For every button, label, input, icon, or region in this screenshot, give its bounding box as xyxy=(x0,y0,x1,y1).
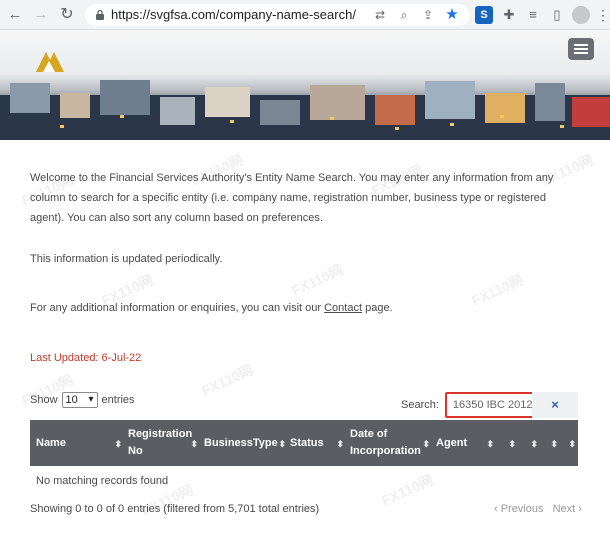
column-header-extra[interactable]: ⬍ xyxy=(520,420,540,466)
column-header-agent[interactable]: Agent ⬍ xyxy=(436,420,496,466)
sort-icon: ⬍ xyxy=(114,439,122,449)
table-header: Name ⬍ Registration No ⬍ BusinessType ⬍ … xyxy=(30,420,578,466)
clear-search-button[interactable]: × xyxy=(532,392,578,418)
sort-icon: ⬍ xyxy=(190,439,198,449)
search-label: Search: xyxy=(401,399,439,411)
watermark: FX110网 xyxy=(289,261,346,299)
kebab-menu-icon[interactable]: ⋮ xyxy=(594,6,610,24)
translate-icon[interactable]: ⇄ xyxy=(371,6,389,24)
avatar[interactable] xyxy=(572,6,590,24)
search-input[interactable]: 16350 IBC 2012 xyxy=(444,392,535,418)
column-header-label: Agent xyxy=(436,436,468,449)
column-header-registration-no[interactable]: Registration No ⬍ xyxy=(128,420,200,466)
sort-icon: ⬍ xyxy=(336,439,344,449)
search-control: Search: 16350 IBC 2012 xyxy=(401,392,535,418)
reading-list-icon[interactable]: ≡ xyxy=(524,6,542,24)
entries-length-control: Show 10 entries xyxy=(30,392,135,408)
column-header-label: Registration No xyxy=(128,428,193,457)
browser-toolbar: ← → ↻ https://svgfsa.com/company-name-se… xyxy=(0,0,610,30)
column-header-label: Status xyxy=(290,436,324,449)
empty-table-row: No matching records found xyxy=(36,475,169,487)
sort-icon: ⬍ xyxy=(508,439,516,449)
previous-button[interactable]: ‹ Previous xyxy=(494,503,544,515)
contact-suffix: page. xyxy=(362,302,393,314)
star-icon[interactable]: ★ xyxy=(443,6,461,24)
column-header-date-of-incorporation[interactable]: Date of Incorporation ⬍ xyxy=(350,420,432,466)
intro-paragraph: Welcome to the Financial Services Author… xyxy=(30,172,554,224)
sort-icon: ⬍ xyxy=(278,439,286,449)
column-header-label: Name xyxy=(36,436,66,449)
reload-button[interactable]: ↻ xyxy=(57,5,77,25)
back-button[interactable]: ← xyxy=(5,5,25,25)
entries-select[interactable]: 10 xyxy=(61,392,98,408)
column-header-label: Date of Incorporation xyxy=(350,428,421,457)
table-info: Showing 0 to 0 of 0 entries (filtered fr… xyxy=(30,503,320,515)
column-header-business-type[interactable]: BusinessType ⬍ xyxy=(204,420,288,466)
column-header-status[interactable]: Status ⬍ xyxy=(290,420,346,466)
sort-icon: ⬍ xyxy=(422,439,430,449)
sort-icon: ⬍ xyxy=(486,439,494,449)
contact-paragraph: For any additional information or enquir… xyxy=(30,302,393,314)
contact-link[interactable]: Contact xyxy=(324,302,362,314)
column-header-name[interactable]: Name ⬍ xyxy=(36,420,124,466)
column-header-label: BusinessType xyxy=(204,436,278,449)
zoom-icon[interactable]: ⌕ xyxy=(395,6,413,24)
next-button[interactable]: Next › xyxy=(553,503,582,515)
column-header-extra[interactable]: ⬍ xyxy=(498,420,518,466)
lock-icon xyxy=(96,9,104,20)
sort-icon: ⬍ xyxy=(530,439,538,449)
address-bar[interactable]: https://svgfsa.com/company-name-search/ … xyxy=(85,4,470,26)
sort-icon: ⬍ xyxy=(550,439,558,449)
hero-banner xyxy=(0,30,610,140)
column-header-extra[interactable]: ⬍ xyxy=(542,420,560,466)
fsa-logo[interactable] xyxy=(32,46,66,74)
column-header-extra[interactable]: ⬍ xyxy=(560,420,578,466)
puzzle-icon[interactable]: ✚ xyxy=(500,6,518,24)
forward-button[interactable]: → xyxy=(31,5,51,25)
extension-icon[interactable]: S xyxy=(475,6,493,24)
url-text: https://svgfsa.com/company-name-search/ xyxy=(111,7,356,22)
update-note: This information is updated periodically… xyxy=(30,253,223,265)
watermark: FX110网 xyxy=(469,271,526,309)
pagination: ‹ Previous Next › xyxy=(488,503,582,515)
last-updated: Last Updated: 6-Jul-22 xyxy=(30,352,142,364)
city-skyline-image xyxy=(0,80,610,140)
hamburger-menu-button[interactable] xyxy=(568,38,594,60)
contact-prefix: For any additional information or enquir… xyxy=(30,302,325,314)
sort-icon: ⬍ xyxy=(568,439,576,449)
sidepanel-icon[interactable]: ▯ xyxy=(548,6,566,24)
show-label: Show xyxy=(30,394,58,406)
share-icon[interactable]: ⇪ xyxy=(419,6,437,24)
entries-label: entries xyxy=(101,394,135,406)
watermark: FX110网 xyxy=(199,361,256,399)
